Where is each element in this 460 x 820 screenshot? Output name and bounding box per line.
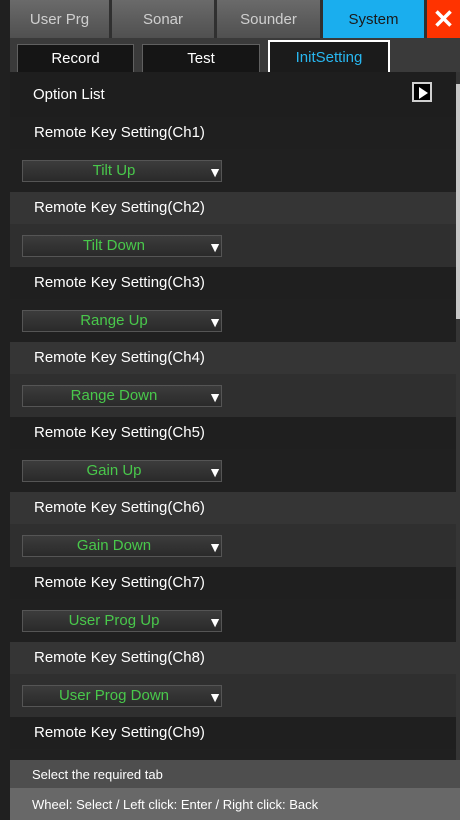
remote-key-ch2-dropdown[interactable]: Tilt Down ▼ — [22, 234, 222, 258]
setting-control-row: Range Down ▼ — [10, 374, 456, 417]
play-icon[interactable] — [412, 82, 432, 102]
setting-label: Remote Key Setting(Ch3) — [10, 267, 456, 299]
setting-label: Remote Key Setting(Ch1) — [10, 117, 456, 149]
setting-label: Remote Key Setting(Ch7) — [10, 567, 456, 599]
close-icon: ✕ — [432, 3, 455, 34]
chevron-down-icon[interactable]: ▼ — [208, 161, 222, 183]
setting-item-ch9: Remote Key Setting(Ch9) — [10, 717, 456, 760]
chevron-down-icon[interactable]: ▼ — [208, 386, 222, 408]
system-sub-tab-bar: Record Test InitSetting — [10, 38, 460, 72]
setting-control-row: Tilt Down ▼ — [10, 224, 456, 267]
chevron-down-icon[interactable]: ▼ — [208, 461, 222, 483]
settings-window: User Prg Sonar Sounder System ✕ Record T… — [10, 0, 460, 820]
dropdown-value: Gain Down — [76, 537, 152, 554]
remote-key-ch8-dropdown[interactable]: User Prog Down ▼ — [22, 684, 222, 708]
setting-control-row: Gain Up ▼ — [10, 449, 456, 492]
dropdown-value: User Prog Down — [58, 687, 170, 704]
remote-key-ch5-dropdown[interactable]: Gain Up ▼ — [22, 459, 222, 483]
tab-sonar[interactable]: Sonar — [112, 0, 217, 38]
chevron-down-icon[interactable]: ▼ — [208, 236, 222, 258]
setting-label: Remote Key Setting(Ch2) — [10, 192, 456, 224]
close-button[interactable]: ✕ — [427, 0, 460, 38]
setting-label: Remote Key Setting(Ch5) — [10, 417, 456, 449]
option-list-header: Option List — [10, 72, 456, 117]
setting-control-row: Tilt Up ▼ — [10, 149, 456, 192]
main-tab-bar: User Prg Sonar Sounder System ✕ — [10, 0, 460, 38]
tab-user-prg[interactable]: User Prg — [10, 0, 112, 38]
setting-control-row — [10, 749, 456, 760]
chevron-down-icon[interactable]: ▼ — [208, 686, 222, 708]
setting-item-ch7: Remote Key Setting(Ch7) User Prog Up ▼ — [10, 567, 456, 642]
remote-key-ch4-dropdown[interactable]: Range Down ▼ — [22, 384, 222, 408]
scrollbar-thumb[interactable] — [456, 84, 460, 319]
dropdown-value: User Prog Up — [68, 612, 160, 629]
setting-item-ch3: Remote Key Setting(Ch3) Range Up ▼ — [10, 267, 456, 342]
setting-item-ch8: Remote Key Setting(Ch8) User Prog Down ▼ — [10, 642, 456, 717]
dropdown-value: Tilt Down — [83, 237, 145, 254]
setting-item-ch1: Remote Key Setting(Ch1) Tilt Up ▼ — [10, 117, 456, 192]
tab-initsetting[interactable]: InitSetting — [268, 40, 390, 72]
dropdown-value: Range Up — [80, 312, 148, 329]
tab-test[interactable]: Test — [142, 44, 260, 72]
setting-label: Remote Key Setting(Ch8) — [10, 642, 456, 674]
setting-label: Remote Key Setting(Ch9) — [10, 717, 456, 749]
setting-item-ch6: Remote Key Setting(Ch6) Gain Down ▼ — [10, 492, 456, 567]
setting-item-ch5: Remote Key Setting(Ch5) Gain Up ▼ — [10, 417, 456, 492]
dropdown-value: Range Down — [70, 387, 158, 404]
setting-label: Remote Key Setting(Ch6) — [10, 492, 456, 524]
chevron-down-icon[interactable]: ▼ — [208, 611, 222, 633]
dropdown-value: Gain Up — [86, 462, 142, 479]
option-list-title: Option List — [33, 86, 105, 103]
setting-control-row: Range Up ▼ — [10, 299, 456, 342]
setting-control-row: User Prog Up ▼ — [10, 599, 456, 642]
dropdown-value: Tilt Up — [92, 162, 136, 179]
tab-record[interactable]: Record — [17, 44, 134, 72]
chevron-down-icon[interactable]: ▼ — [208, 311, 222, 333]
remote-key-ch3-dropdown[interactable]: Range Up ▼ — [22, 309, 222, 333]
remote-key-ch6-dropdown[interactable]: Gain Down ▼ — [22, 534, 222, 558]
setting-label: Remote Key Setting(Ch4) — [10, 342, 456, 374]
tab-system[interactable]: System — [323, 0, 427, 38]
setting-item-ch2: Remote Key Setting(Ch2) Tilt Down ▼ — [10, 192, 456, 267]
setting-item-ch4: Remote Key Setting(Ch4) Range Down ▼ — [10, 342, 456, 417]
remote-key-ch1-dropdown[interactable]: Tilt Up ▼ — [22, 159, 222, 183]
help-text: Wheel: Select / Left click: Enter / Righ… — [10, 788, 460, 820]
initsetting-panel: Option List Remote Key Setting(Ch1) Tilt… — [10, 72, 456, 760]
status-message: Select the required tab — [10, 760, 460, 788]
chevron-down-icon[interactable]: ▼ — [208, 536, 222, 558]
setting-control-row: User Prog Down ▼ — [10, 674, 456, 717]
remote-key-ch7-dropdown[interactable]: User Prog Up ▼ — [22, 609, 222, 633]
tab-sounder[interactable]: Sounder — [217, 0, 323, 38]
setting-control-row: Gain Down ▼ — [10, 524, 456, 567]
vertical-scrollbar[interactable] — [456, 72, 460, 760]
